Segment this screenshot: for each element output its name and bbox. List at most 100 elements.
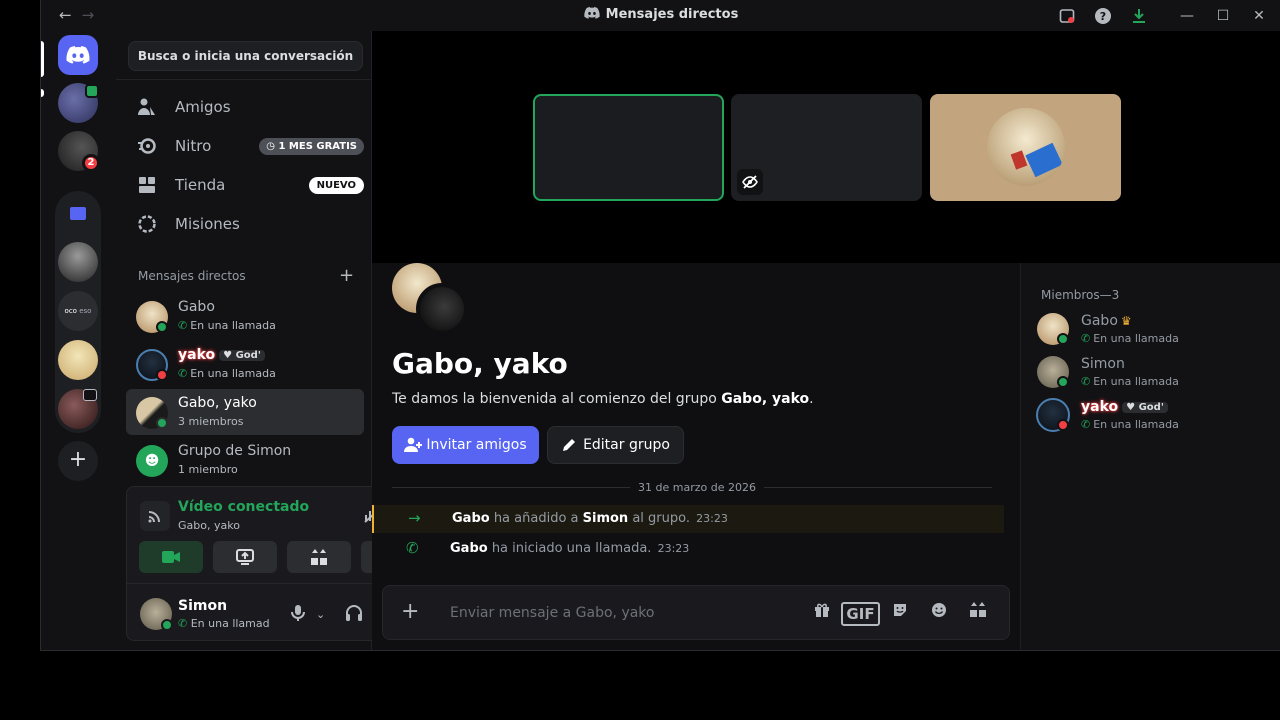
connection-icon[interactable] — [140, 501, 170, 531]
app-window: ← → Mensajes directos ? — ☐ ✕ 2 oco eso … — [40, 0, 1280, 651]
inbox-icon[interactable] — [1053, 0, 1081, 31]
divider — [116, 79, 372, 80]
pencil-icon — [563, 439, 576, 451]
video-tile-avatar[interactable] — [930, 94, 1121, 201]
dm-status-text: En una llamada — [190, 319, 276, 332]
message-target[interactable]: Simon — [583, 511, 629, 526]
online-status-icon — [1057, 376, 1069, 388]
nav-nitro[interactable]: Nitro ◷ 1 MES GRATIS — [126, 128, 364, 164]
nav-shop[interactable]: Tienda NUEVO — [126, 167, 364, 203]
nav-friends[interactable]: Amigos — [126, 89, 364, 125]
nav-label: Misiones — [175, 215, 240, 233]
dm-name: Grupo de Simon — [178, 443, 292, 459]
date-label: 31 de marzo de 2026 — [630, 481, 764, 494]
search-button[interactable]: Busca o inicia una conversación — [128, 41, 363, 71]
voice-channel-name[interactable]: Gabo, yako — [178, 519, 240, 532]
member-item[interactable]: Gabo ♛ ✆ En una llamada — [1033, 309, 1273, 351]
message-composer[interactable]: + Enviar mensaje a Gabo, yako GIF — [382, 585, 1010, 640]
svg-text:?: ? — [1100, 10, 1106, 23]
gift-icon[interactable] — [802, 602, 841, 626]
dm-item-selected[interactable]: Gabo, yako 3 miembros — [126, 389, 364, 435]
unread-indicator — [41, 89, 44, 97]
add-friend-icon — [404, 437, 423, 452]
dm-item[interactable]: ☻ Grupo de Simon 1 miembro — [126, 437, 364, 483]
attach-plus-icon[interactable]: + — [401, 599, 419, 624]
camera-button[interactable] — [139, 541, 203, 573]
participant-avatar — [987, 108, 1065, 186]
video-tile-speaking[interactable] — [533, 94, 724, 201]
eye-off-icon[interactable] — [737, 169, 763, 195]
camera-icon — [162, 551, 180, 563]
home-button[interactable] — [58, 35, 98, 75]
minimize-icon[interactable]: — — [1173, 0, 1201, 31]
activities-icon — [311, 549, 327, 565]
user-name: Simon — [178, 598, 228, 614]
online-status-icon — [156, 321, 168, 333]
main-area: Gabo, yako Te damos la bienvenida al com… — [372, 31, 1280, 650]
chat-panel: Gabo, yako Te damos la bienvenida al com… — [372, 263, 1020, 650]
screenshare-button[interactable] — [213, 541, 277, 573]
server-icon-art[interactable] — [58, 242, 98, 282]
nav-label: Amigos — [175, 98, 231, 116]
voice-status-title: Vídeo conectado — [178, 499, 310, 515]
system-message-text: Gabo ha iniciado una llamada. 23:23 — [450, 541, 689, 556]
guild-tag-text: God' — [1138, 402, 1164, 413]
server-icon-text[interactable]: oco eso — [58, 291, 98, 331]
online-status-icon — [1057, 333, 1069, 345]
dm-item[interactable]: yako ♥ God' ✆ En una llamada — [126, 341, 364, 387]
close-icon[interactable]: ✕ — [1245, 0, 1273, 31]
message-verb: ha iniciado una llamada. — [487, 541, 652, 556]
edit-group-button[interactable]: Editar grupo — [547, 426, 684, 464]
mic-options-chevron-icon[interactable]: ⌄ — [316, 608, 325, 621]
member-item[interactable]: yako ♥ God' ✆ En una llamada — [1033, 395, 1273, 437]
dm-status-text: 3 miembros — [178, 415, 244, 428]
online-status-icon — [161, 619, 173, 631]
emoji-icon[interactable] — [919, 602, 958, 626]
nav-quests[interactable]: Misiones — [126, 206, 364, 242]
message-actor[interactable]: Gabo — [450, 541, 488, 556]
discord-icon — [66, 46, 90, 64]
help-icon[interactable]: ? — [1089, 0, 1117, 31]
nav-label: Nitro — [175, 137, 212, 155]
selected-indicator — [41, 41, 44, 77]
create-dm-icon[interactable]: + — [339, 265, 354, 286]
welcome-suffix: . — [809, 391, 814, 407]
window-title-text: Mensajes directos — [605, 7, 739, 22]
member-name-text: Gabo — [1081, 313, 1118, 329]
gif-icon[interactable]: GIF — [841, 602, 880, 626]
member-status-text: En una llamada — [1093, 418, 1179, 431]
message-actor[interactable]: Gabo — [452, 511, 490, 526]
dm-status: 1 miembro — [178, 463, 238, 476]
download-icon[interactable] — [1125, 0, 1153, 31]
headphones-icon[interactable] — [345, 604, 363, 626]
screenshare-icon — [236, 549, 254, 565]
video-tile-hidden[interactable] — [731, 94, 922, 201]
dm-item[interactable]: Gabo ✆ En una llamada — [126, 293, 364, 339]
microphone-icon[interactable] — [291, 604, 305, 626]
member-list: Miembros—3 Gabo ♛ ✆ En una llamada Simon ✆… — [1020, 263, 1280, 650]
invite-label: Invitar amigos — [426, 437, 527, 453]
guild-tag-text: God' — [235, 350, 261, 361]
titlebar-actions: ? — ☐ ✕ — [1053, 0, 1280, 31]
member-item[interactable]: Simon ✆ En una llamada — [1033, 352, 1273, 394]
server-icon-anime[interactable] — [58, 340, 98, 380]
friends-icon — [136, 96, 158, 118]
add-server-button[interactable]: + — [58, 441, 98, 481]
server-folder[interactable]: oco eso — [55, 191, 101, 433]
shop-icon — [136, 174, 158, 196]
apps-icon[interactable] — [958, 602, 997, 626]
maximize-icon[interactable]: ☐ — [1209, 0, 1237, 31]
user-status-text: En una llamada — [190, 617, 270, 630]
member-status-text: En una llamada — [1093, 375, 1179, 388]
guild-tag: ♥ God' — [219, 350, 265, 361]
invite-friends-button[interactable]: Invitar amigos — [392, 426, 539, 464]
phone-icon: ✆ — [1081, 375, 1091, 388]
group-avatar-2 — [416, 283, 468, 335]
crown-icon: ♛ — [1120, 314, 1132, 328]
member-name-text: yako — [1081, 399, 1119, 415]
activities-button[interactable] — [287, 541, 351, 573]
message-input[interactable]: Enviar mensaje a Gabo, yako — [450, 605, 654, 621]
arrow-right-icon: → — [408, 509, 421, 527]
clock-icon: ◷ — [266, 141, 279, 152]
sticker-icon[interactable] — [880, 602, 919, 626]
